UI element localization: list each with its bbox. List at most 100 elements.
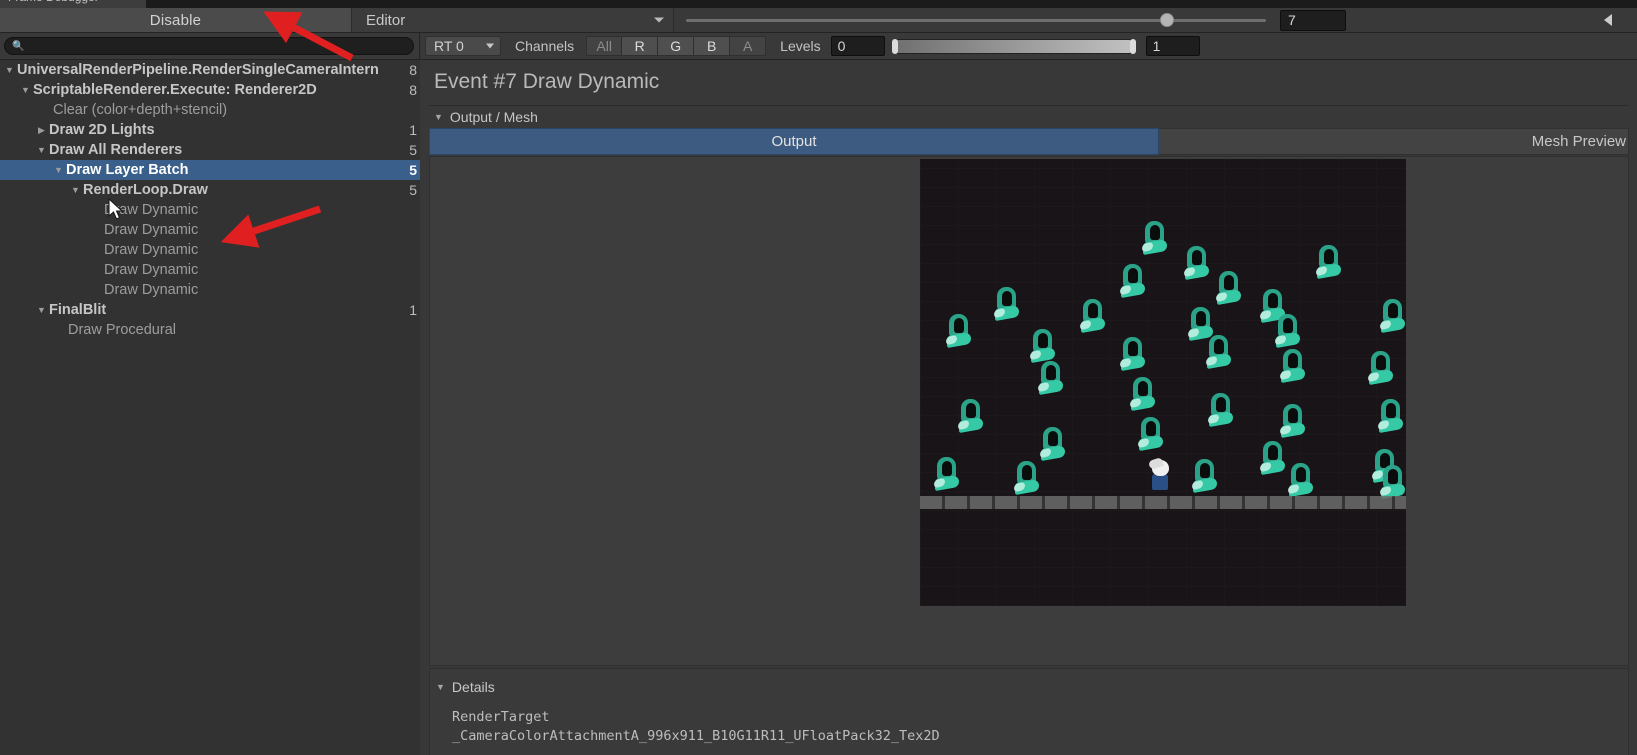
- tree-row-label: Draw Procedural: [68, 322, 176, 338]
- player-sprite: [1147, 457, 1172, 491]
- channel-a-label: A: [742, 38, 753, 54]
- channel-button-a[interactable]: A: [730, 36, 767, 56]
- enemy-sprite: [1275, 314, 1301, 349]
- enemy-sprite: [1208, 393, 1234, 428]
- event-slider-handle[interactable]: [1160, 13, 1175, 27]
- channel-button-b[interactable]: B: [694, 36, 731, 56]
- channel-button-r[interactable]: R: [622, 36, 659, 56]
- tree-row[interactable]: ▼ UniversalRenderPipeline.RenderSingleCa…: [0, 60, 420, 80]
- tree-row[interactable]: Draw Dynamic: [0, 200, 420, 220]
- channel-g-label: G: [670, 38, 682, 54]
- twisty-down-icon[interactable]: ▼: [4, 65, 15, 75]
- tree-row-label: Draw Dynamic: [104, 222, 199, 238]
- enemy-sprite: [1030, 329, 1056, 364]
- tab-frame-debugger[interactable]: Frame Debugger: [0, 0, 146, 8]
- event-index-value: 7: [1288, 12, 1296, 28]
- tree-row[interactable]: Draw Dynamic: [0, 260, 420, 280]
- main-toolbar: Disable Editor 7: [0, 8, 1637, 33]
- enemy-sprite: [1130, 377, 1156, 412]
- channel-button-all[interactable]: All: [586, 36, 623, 56]
- twisty-down-icon[interactable]: ▼: [53, 165, 64, 175]
- enemy-sprite: [1014, 461, 1040, 496]
- chevron-down-icon: [486, 43, 494, 49]
- enemy-sprite: [1368, 351, 1394, 386]
- tree-row-label: Draw Dynamic: [104, 282, 199, 298]
- tree-row-count: 5: [409, 162, 417, 178]
- levels-min-value: 0: [837, 38, 846, 54]
- channel-r-label: R: [634, 38, 645, 54]
- channel-all-label: All: [596, 38, 612, 54]
- twisty-right-icon[interactable]: ▶: [36, 125, 47, 136]
- tree-row-label: Draw Dynamic: [104, 242, 199, 258]
- tree-row[interactable]: ▼ Draw All Renderers 5: [0, 140, 420, 160]
- tree-row[interactable]: ▼ FinalBlit 1: [0, 300, 420, 320]
- enemy-sprite: [1280, 349, 1306, 384]
- tree-row-count: 5: [409, 142, 417, 158]
- tree-row-label: ScriptableRenderer.Execute: Renderer2D: [33, 82, 317, 98]
- preview-canvas: [429, 156, 1629, 666]
- render-target-dropdown[interactable]: RT 0: [425, 36, 501, 56]
- enemy-sprite: [1380, 299, 1406, 334]
- tree-row-label: Clear (color+depth+stencil): [53, 102, 228, 118]
- enemy-sprite: [1038, 361, 1064, 396]
- tree-row[interactable]: Draw Dynamic: [0, 220, 420, 240]
- disable-button[interactable]: Disable: [0, 8, 352, 32]
- tree-row-label: FinalBlit: [49, 302, 107, 318]
- levels-max-value: 1: [1152, 38, 1161, 54]
- tree-row-label: Draw Dynamic: [104, 202, 199, 218]
- tab-output[interactable]: Output: [429, 128, 1159, 155]
- tree-row[interactable]: ▶ Draw 2D Lights 1: [0, 120, 420, 140]
- levels-max-field[interactable]: 1: [1145, 36, 1200, 56]
- tree-row-label: Draw Dynamic: [104, 262, 199, 278]
- enemy-sprite: [1216, 271, 1242, 306]
- enemy-sprite: [994, 287, 1020, 322]
- tab-output-label: Output: [771, 133, 817, 150]
- levels-slider-max-handle[interactable]: [1129, 38, 1136, 54]
- levels-slider-min-handle[interactable]: [891, 38, 898, 54]
- search-icon: 🔍: [12, 40, 25, 52]
- twisty-down-icon[interactable]: ▼: [20, 85, 31, 95]
- twisty-down-icon[interactable]: ▼: [36, 305, 47, 315]
- event-detail-pane: Event #7 Draw Dynamic ▼ Output / Mesh Ou…: [421, 60, 1637, 755]
- enemy-sprite: [1192, 459, 1218, 494]
- tree-row[interactable]: Draw Procedural: [0, 320, 420, 340]
- tree-row-label: Draw Layer Batch: [66, 162, 189, 178]
- event-slider[interactable]: [686, 13, 1266, 27]
- output-mesh-foldout[interactable]: ▼ Output / Mesh: [429, 105, 1629, 127]
- channel-button-g[interactable]: G: [658, 36, 695, 56]
- enemy-sprite: [1378, 399, 1404, 434]
- details-panel: ▼ Details RenderTarget _CameraColorAttac…: [429, 668, 1629, 755]
- event-tree[interactable]: ▼ UniversalRenderPipeline.RenderSingleCa…: [0, 60, 420, 755]
- tree-row[interactable]: ▼ RenderLoop.Draw 5: [0, 180, 420, 200]
- tree-row[interactable]: Draw Dynamic: [0, 240, 420, 260]
- twisty-down-icon[interactable]: ▼: [434, 112, 443, 122]
- enemy-sprite: [946, 314, 972, 349]
- event-index-field[interactable]: 7: [1280, 9, 1346, 31]
- floor-tiles: [920, 496, 1406, 509]
- triangle-left-icon: [1603, 14, 1612, 26]
- tree-row[interactable]: ▼ ScriptableRenderer.Execute: Renderer2D…: [0, 80, 420, 100]
- tree-row-count: 5: [409, 182, 417, 198]
- target-dropdown[interactable]: Editor: [352, 8, 674, 32]
- tree-row-label: UniversalRenderPipeline.RenderSingleCame…: [17, 62, 379, 78]
- frame-debugger-window: Frame Debugger Disable Editor 7: [0, 0, 1637, 755]
- tree-row-selected[interactable]: ▼ Draw Layer Batch 5: [0, 160, 420, 180]
- enemy-sprite: [1288, 463, 1314, 498]
- channels-button-group: All R G B A: [586, 36, 767, 56]
- step-back-button[interactable]: [1591, 14, 1625, 26]
- levels-range-slider[interactable]: [891, 38, 1136, 54]
- twisty-down-icon[interactable]: ▼: [436, 682, 445, 692]
- tree-row[interactable]: Clear (color+depth+stencil): [0, 100, 420, 120]
- levels-min-field[interactable]: 0: [830, 36, 885, 56]
- enemy-sprite: [1380, 465, 1406, 500]
- tree-row[interactable]: Draw Dynamic: [0, 280, 420, 300]
- tab-mesh-preview[interactable]: Mesh Preview: [1159, 128, 1629, 155]
- details-foldout[interactable]: ▼ Details: [436, 679, 495, 695]
- tree-row-count: 8: [409, 82, 417, 98]
- search-input[interactable]: [24, 39, 413, 53]
- enemy-sprite: [1120, 264, 1146, 299]
- twisty-down-icon[interactable]: ▼: [36, 145, 47, 155]
- search-field[interactable]: 🔍: [4, 37, 414, 55]
- twisty-down-icon[interactable]: ▼: [70, 185, 81, 195]
- tree-row-count: 1: [409, 122, 417, 138]
